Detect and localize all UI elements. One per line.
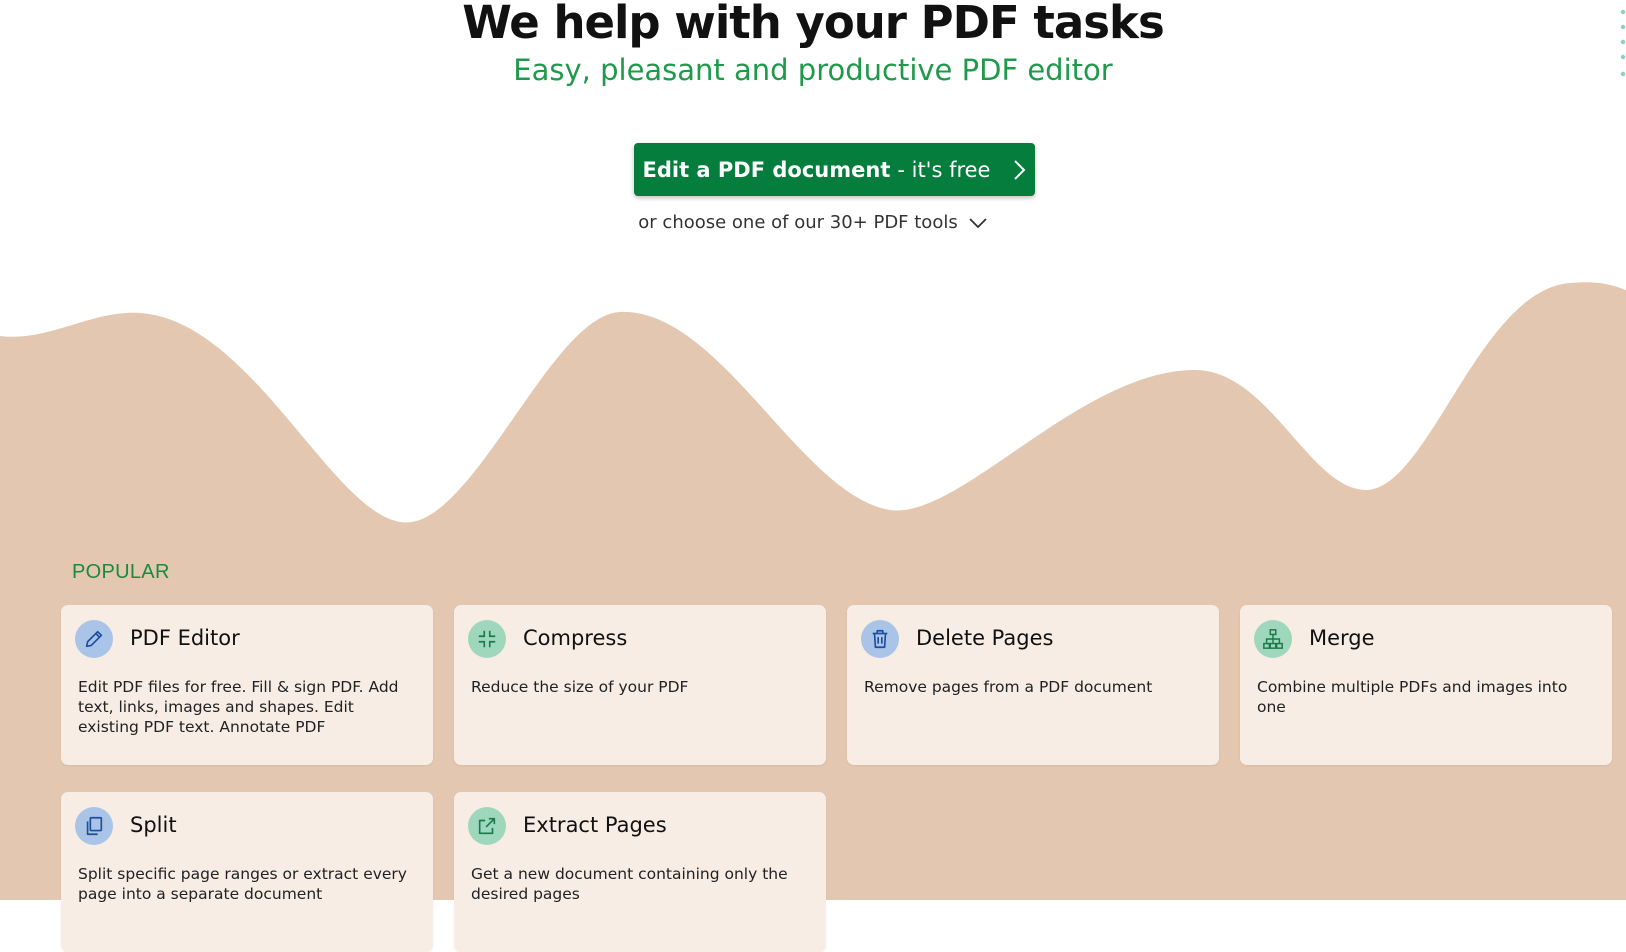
tool-card-pdf-editor[interactable]: PDF Editor Edit PDF files for free. Fill…: [61, 605, 433, 765]
tool-description: Split specific page ranges or extract ev…: [78, 865, 407, 903]
tool-name: Split: [130, 813, 177, 837]
tool-name: PDF Editor: [130, 626, 240, 650]
decorative-dots: [1620, 9, 1626, 77]
page-title: We help with your PDF tasks: [462, 0, 1165, 49]
tool-description: Reduce the size of your PDF: [471, 678, 689, 696]
tool-card-delete-pages[interactable]: Delete Pages Remove pages from a PDF doc…: [847, 605, 1219, 765]
trash-icon: [861, 620, 899, 658]
tool-card-merge[interactable]: Merge Combine multiple PDFs and images i…: [1240, 605, 1612, 765]
tool-name: Merge: [1309, 626, 1375, 650]
tool-card-extract-pages[interactable]: Extract Pages Get a new document contain…: [454, 792, 826, 952]
popular-section-label: POPULAR: [72, 561, 170, 583]
edit-pdf-button[interactable]: Edit a PDF document - it's free: [634, 143, 1035, 196]
page-subtitle: Easy, pleasant and productive PDF editor: [513, 53, 1113, 87]
external-link-icon: [468, 807, 506, 845]
chevron-down-icon: [969, 217, 987, 228]
chevron-right-icon: [1014, 159, 1026, 180]
tool-name: Delete Pages: [916, 626, 1054, 650]
choose-tools-toggle[interactable]: or choose one of our 30+ PDF tools: [0, 212, 1626, 233]
pencil-icon: [75, 620, 113, 658]
tool-description: Get a new document containing only the d…: [471, 865, 788, 903]
hero-section: We help with your PDF tasks Easy, pleasa…: [0, 0, 1626, 290]
edit-pdf-button-label: Edit a PDF document: [642, 157, 891, 182]
tool-name: Extract Pages: [523, 813, 667, 837]
sitemap-icon: [1254, 620, 1292, 658]
tool-description: Edit PDF files for free. Fill & sign PDF…: [78, 678, 399, 736]
tool-description: Remove pages from a PDF document: [864, 678, 1153, 696]
choose-tools-label: or choose one of our 30+ PDF tools: [638, 212, 958, 233]
edit-pdf-button-suffix: - it's free: [897, 157, 991, 182]
tool-card-compress[interactable]: Compress Reduce the size of your PDF: [454, 605, 826, 765]
tool-card-split[interactable]: Split Split specific page ranges or extr…: [61, 792, 433, 952]
tool-description: Combine multiple PDFs and images into on…: [1257, 678, 1568, 716]
tool-name: Compress: [523, 626, 628, 650]
compress-icon: [468, 620, 506, 658]
copy-icon: [75, 807, 113, 845]
